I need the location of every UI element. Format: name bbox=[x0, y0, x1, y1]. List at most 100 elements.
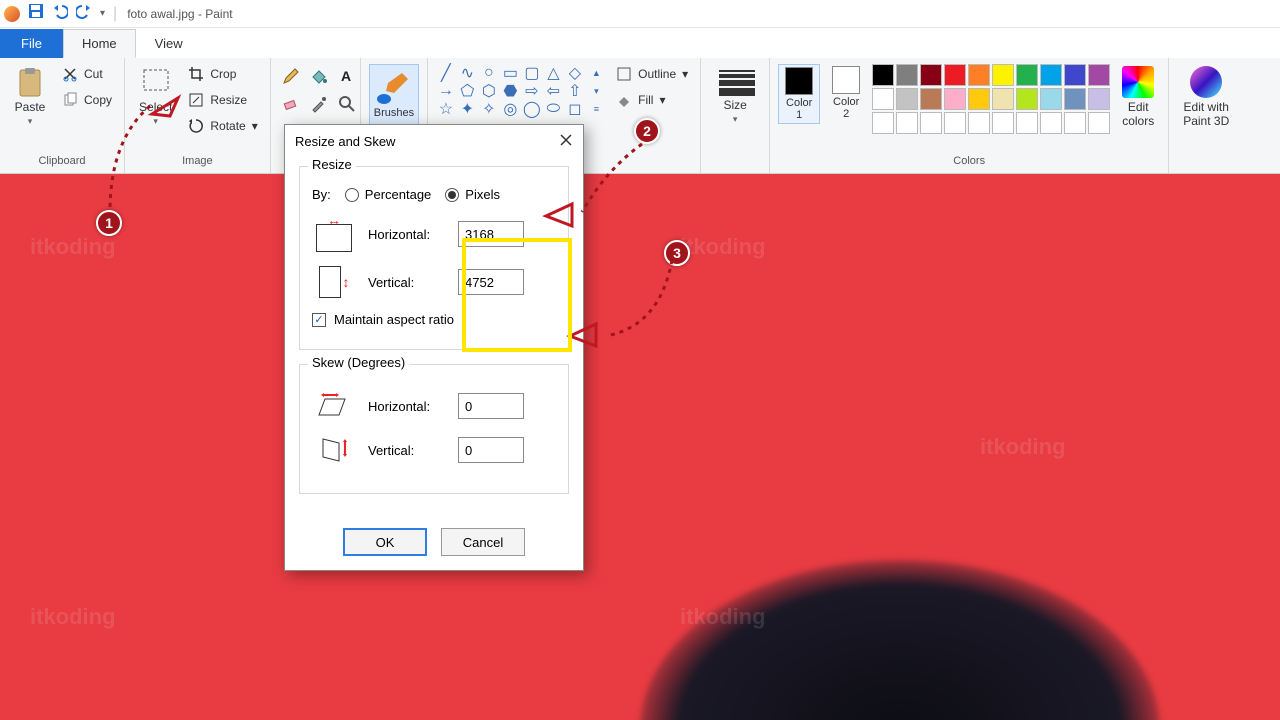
fill-button[interactable]: Fill ▾ bbox=[612, 90, 692, 110]
qat-dropdown-icon[interactable]: ▾ bbox=[100, 8, 105, 19]
vertical-label: Vertical: bbox=[368, 275, 446, 290]
picker-tool[interactable] bbox=[307, 92, 331, 116]
color-swatch[interactable] bbox=[968, 88, 990, 110]
vertical-input[interactable] bbox=[458, 269, 524, 295]
maintain-aspect-checkbox[interactable]: ✓Maintain aspect ratio bbox=[312, 312, 454, 327]
close-icon[interactable] bbox=[559, 133, 573, 150]
color-swatch-empty[interactable] bbox=[920, 112, 942, 134]
skew-v-label: Vertical: bbox=[368, 443, 446, 458]
horizontal-input[interactable] bbox=[458, 221, 524, 247]
color-swatch-empty[interactable] bbox=[1064, 112, 1086, 134]
color-swatch[interactable] bbox=[872, 88, 894, 110]
paint3d-button[interactable]: Edit with Paint 3D bbox=[1177, 64, 1235, 130]
outline-button[interactable]: Outline ▾ bbox=[612, 64, 692, 84]
radio-percentage[interactable]: Percentage bbox=[345, 187, 432, 202]
skew-legend: Skew (Degrees) bbox=[308, 355, 409, 370]
resize-button[interactable]: Resize bbox=[184, 90, 261, 110]
color-swatch-empty[interactable] bbox=[1088, 112, 1110, 134]
group-colors: Color 1 Color 2 Edit colors Colors bbox=[770, 58, 1169, 173]
skew-v-input[interactable] bbox=[458, 437, 524, 463]
color-swatch[interactable] bbox=[944, 88, 966, 110]
resize-skew-dialog: Resize and Skew Resize By: Percentage Pi… bbox=[284, 124, 584, 571]
chevron-down-icon: ▾ bbox=[733, 114, 738, 125]
crop-button[interactable]: Crop bbox=[184, 64, 261, 84]
watermark: itkoding bbox=[30, 604, 116, 630]
shapes-gallery[interactable]: ╱∿○▭▢△◇▲ →⬠⬡⬣⇨⇦⇧▾ ☆✦✧◎◯⬭◻≡ bbox=[436, 64, 606, 118]
edit-colors-button[interactable]: Edit colors bbox=[1116, 64, 1160, 130]
ok-button[interactable]: OK bbox=[343, 528, 427, 556]
color2-swatch bbox=[832, 66, 860, 94]
color-swatch[interactable] bbox=[896, 64, 918, 86]
color-swatch-empty[interactable] bbox=[1040, 112, 1062, 134]
group-paint3d: Edit with Paint 3D bbox=[1169, 58, 1243, 173]
skew-horizontal-icon bbox=[312, 391, 356, 421]
skew-h-input[interactable] bbox=[458, 393, 524, 419]
redo-icon[interactable] bbox=[76, 3, 92, 24]
annotation-pointer-3 bbox=[566, 320, 600, 355]
color-swatch-empty[interactable] bbox=[944, 112, 966, 134]
vertical-resize-icon: ↕ bbox=[312, 266, 356, 298]
magnifier-tool[interactable] bbox=[335, 92, 359, 116]
color-swatch[interactable] bbox=[1040, 88, 1062, 110]
color-swatch[interactable] bbox=[1064, 88, 1086, 110]
annotation-pointer-1 bbox=[148, 90, 182, 125]
tab-file[interactable]: File bbox=[0, 29, 63, 58]
annotation-badge-3: 3 bbox=[664, 240, 690, 266]
watermark: itkoding bbox=[980, 434, 1066, 460]
tab-view[interactable]: View bbox=[136, 29, 202, 58]
cut-button[interactable]: Cut bbox=[58, 64, 116, 84]
color1-button[interactable]: Color 1 bbox=[778, 64, 820, 124]
color-swatch[interactable] bbox=[1088, 64, 1110, 86]
color-swatch[interactable] bbox=[992, 88, 1014, 110]
group-label-colors: Colors bbox=[778, 155, 1160, 169]
size-button[interactable]: Size ▾ bbox=[709, 64, 761, 127]
color-palette[interactable] bbox=[872, 64, 1110, 134]
color-swatch-empty[interactable] bbox=[896, 112, 918, 134]
ribbon: Paste ▾ Cut Copy Clipboard Select ▾ Crop… bbox=[0, 58, 1280, 174]
color-swatch[interactable] bbox=[920, 64, 942, 86]
copy-button[interactable]: Copy bbox=[58, 90, 116, 110]
color-swatch-empty[interactable] bbox=[968, 112, 990, 134]
eraser-tool[interactable] bbox=[279, 92, 303, 116]
chevron-down-icon: ▾ bbox=[252, 119, 258, 133]
horizontal-label: Horizontal: bbox=[368, 227, 446, 242]
color-swatch[interactable] bbox=[968, 64, 990, 86]
color-swatch[interactable] bbox=[1088, 88, 1110, 110]
radio-pixels[interactable]: Pixels bbox=[445, 187, 500, 202]
undo-icon[interactable] bbox=[52, 3, 68, 24]
color-swatch[interactable] bbox=[896, 88, 918, 110]
color-swatch[interactable] bbox=[944, 64, 966, 86]
color-swatch[interactable] bbox=[920, 88, 942, 110]
color2-button[interactable]: Color 2 bbox=[826, 64, 866, 122]
color-swatch[interactable] bbox=[872, 64, 894, 86]
color-swatch[interactable] bbox=[1064, 64, 1086, 86]
color-swatch[interactable] bbox=[992, 64, 1014, 86]
color-swatch-empty[interactable] bbox=[992, 112, 1014, 134]
rotate-button[interactable]: Rotate ▾ bbox=[184, 116, 261, 136]
skew-vertical-icon bbox=[312, 435, 356, 465]
by-label: By: bbox=[312, 187, 331, 202]
paste-button[interactable]: Paste ▾ bbox=[8, 64, 52, 129]
app-icon bbox=[4, 6, 20, 22]
cancel-button[interactable]: Cancel bbox=[441, 528, 525, 556]
paint3d-icon bbox=[1190, 66, 1222, 98]
color1-swatch bbox=[785, 67, 813, 95]
color-swatch[interactable] bbox=[1016, 64, 1038, 86]
image-content bbox=[640, 560, 1160, 720]
svg-text:A: A bbox=[341, 68, 351, 84]
fill-tool[interactable] bbox=[307, 64, 331, 88]
resize-legend: Resize bbox=[308, 157, 356, 172]
tab-home[interactable]: Home bbox=[63, 29, 136, 58]
resize-fieldset: Resize By: Percentage Pixels ↔ Horizonta… bbox=[299, 166, 569, 350]
color-swatch-empty[interactable] bbox=[1016, 112, 1038, 134]
text-tool[interactable]: A bbox=[335, 64, 359, 88]
pencil-tool[interactable] bbox=[279, 64, 303, 88]
save-icon[interactable] bbox=[28, 3, 44, 24]
color-swatch[interactable] bbox=[1040, 64, 1062, 86]
color-swatch-empty[interactable] bbox=[872, 112, 894, 134]
canvas-area[interactable]: itkoding itkoding itkoding itkoding itko… bbox=[0, 174, 1280, 720]
color-swatch[interactable] bbox=[1016, 88, 1038, 110]
horizontal-resize-icon: ↔ bbox=[312, 216, 356, 252]
skew-fieldset: Skew (Degrees) Horizontal: Vertical: bbox=[299, 364, 569, 494]
watermark: itkoding bbox=[30, 234, 116, 260]
